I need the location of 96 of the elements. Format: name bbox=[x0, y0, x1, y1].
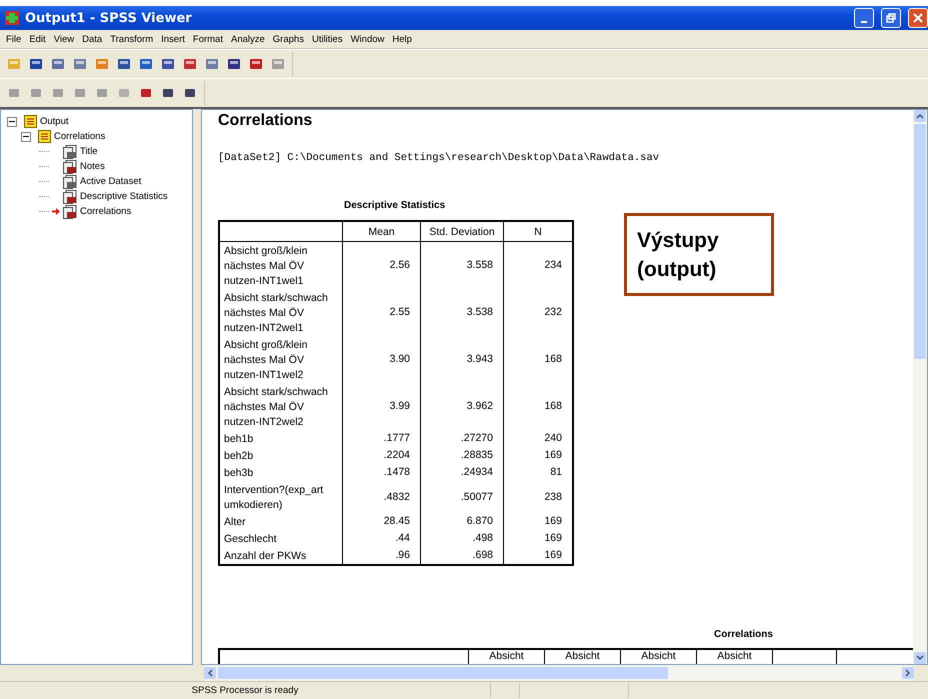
row-label: Alter bbox=[219, 513, 342, 530]
table-cell: 234 bbox=[504, 242, 573, 289]
table-cell: .2204 bbox=[342, 447, 420, 464]
table-cell: .24934 bbox=[420, 464, 504, 481]
vertical-scrollbar[interactable] bbox=[913, 110, 927, 664]
row-label: Absicht groß/klein nächstes Mal ÖV nutzen-INT1wel2 bbox=[219, 336, 342, 383]
menu-item[interactable]: Utilities bbox=[308, 34, 347, 44]
column-header: Std. Deviation bbox=[420, 221, 504, 242]
callout-text: Výstupy bbox=[637, 228, 720, 254]
collapse-toggle[interactable] bbox=[21, 132, 31, 142]
table-cell: 240 bbox=[504, 430, 573, 447]
table-cell: .27270 bbox=[420, 430, 504, 447]
table-cell: 169 bbox=[504, 447, 573, 464]
output-heading: Correlations bbox=[218, 112, 314, 130]
table-cell: .4832 bbox=[342, 481, 420, 513]
restore-button[interactable] bbox=[881, 8, 901, 28]
close-button[interactable] bbox=[908, 8, 928, 28]
table-title: Descriptive Statistics bbox=[344, 200, 446, 211]
callout-text: (output) bbox=[637, 256, 718, 282]
tree-item[interactable]: Active Dataset bbox=[80, 176, 142, 187]
table-cell: 168 bbox=[504, 336, 573, 383]
table-cell: 2.56 bbox=[342, 242, 420, 289]
tree-item[interactable]: Correlations bbox=[80, 206, 132, 217]
book-icon bbox=[38, 130, 51, 143]
table-title: Correlations bbox=[714, 629, 774, 640]
row-label: Absicht groß/klein nächstes Mal ÖV nutzen-INT1wel1 bbox=[219, 242, 342, 289]
tree-item[interactable]: Output bbox=[40, 116, 69, 127]
row-label: Absicht stark/schwach nächstes Mal ÖV nutzen-INT2wel1 bbox=[219, 289, 342, 336]
menu-item[interactable]: View bbox=[50, 34, 78, 44]
menu-item[interactable]: Window bbox=[346, 34, 388, 44]
row-label: Intervention?(exp_art umkodieren) bbox=[219, 481, 342, 513]
table-cell: 28.45 bbox=[342, 513, 420, 530]
book-icon bbox=[24, 115, 37, 128]
row-label: beh1b bbox=[219, 430, 342, 447]
table-cell: 238 bbox=[504, 481, 573, 513]
close-icon bbox=[913, 13, 923, 23]
row-label: beh2b bbox=[219, 447, 342, 464]
scroll-left-icon[interactable] bbox=[204, 667, 216, 679]
menu-item[interactable]: Analyze bbox=[226, 34, 269, 44]
scroll-thumb[interactable] bbox=[914, 124, 926, 359]
column-header: N bbox=[504, 221, 573, 242]
table-cell: 3.99 bbox=[342, 383, 420, 430]
column-header: Absicht bbox=[620, 650, 696, 664]
table-cell: .44 bbox=[342, 530, 420, 547]
menu-item[interactable]: Format bbox=[188, 34, 227, 44]
menu-item[interactable]: File bbox=[2, 34, 26, 44]
table-cell: 81 bbox=[504, 464, 573, 481]
table-cell: 232 bbox=[504, 289, 573, 336]
column-header: Absicht bbox=[468, 650, 544, 664]
app-icon bbox=[4, 10, 20, 26]
table-cell: 169 bbox=[504, 513, 573, 530]
table-cell: .50077 bbox=[420, 481, 504, 513]
table-cell: 3.90 bbox=[342, 336, 420, 383]
table-cell: .96 bbox=[342, 547, 420, 565]
dataset-path: [DataSet2] C:\Documents and Settings\research\Desktop\Data\Rawdata.sav bbox=[218, 152, 660, 164]
menu-item[interactable]: Data bbox=[78, 34, 106, 44]
table-cell: 168 bbox=[504, 383, 573, 430]
tree-item[interactable]: Notes bbox=[80, 161, 105, 172]
table-cell: 2.55 bbox=[342, 289, 420, 336]
scroll-down-icon[interactable] bbox=[914, 652, 926, 664]
tree-item[interactable]: Descriptive Statistics bbox=[80, 191, 168, 202]
minimize-icon bbox=[861, 21, 867, 23]
row-label: beh3b bbox=[219, 464, 342, 481]
status-text: SPSS Processor is ready bbox=[190, 685, 300, 696]
table-cell: 3.558 bbox=[420, 242, 504, 289]
table-cell: .698 bbox=[420, 547, 504, 565]
menu-item[interactable]: Transform bbox=[106, 34, 158, 44]
window-title: Output1 - SPSS Viewer bbox=[25, 10, 192, 26]
scroll-thumb[interactable] bbox=[218, 667, 668, 679]
table-cell: 6.870 bbox=[420, 513, 504, 530]
restore-icon bbox=[886, 13, 896, 23]
table-cell: .28835 bbox=[420, 447, 504, 464]
table-cell: 3.943 bbox=[420, 336, 504, 383]
menu-item[interactable]: Insert bbox=[157, 34, 189, 44]
column-header: Absicht bbox=[696, 650, 772, 664]
minimize-button[interactable] bbox=[854, 8, 874, 28]
table-cell: 169 bbox=[504, 547, 573, 565]
table-cell: 3.962 bbox=[420, 383, 504, 430]
table-cell: 3.538 bbox=[420, 289, 504, 336]
table-cell: .498 bbox=[420, 530, 504, 547]
horizontal-scrollbar[interactable] bbox=[204, 665, 914, 681]
row-label: Geschlecht bbox=[219, 530, 342, 547]
column-header: Mean bbox=[342, 221, 420, 242]
table-cell: .1777 bbox=[342, 430, 420, 447]
scroll-up-icon[interactable] bbox=[914, 110, 926, 122]
collapse-toggle[interactable] bbox=[7, 116, 17, 126]
scroll-right-icon[interactable] bbox=[902, 667, 914, 679]
tree-item[interactable]: Title bbox=[80, 146, 98, 157]
menu-item[interactable]: Help bbox=[388, 34, 416, 44]
table-cell: .1478 bbox=[342, 464, 420, 481]
row-label: Anzahl der PKWs bbox=[219, 547, 342, 565]
menu-item[interactable]: Graphs bbox=[268, 34, 308, 44]
tree-item[interactable]: Correlations bbox=[54, 131, 106, 142]
table-cell: 169 bbox=[504, 530, 573, 547]
menu-item[interactable]: Edit bbox=[25, 34, 50, 44]
column-header: Absicht bbox=[544, 650, 620, 664]
